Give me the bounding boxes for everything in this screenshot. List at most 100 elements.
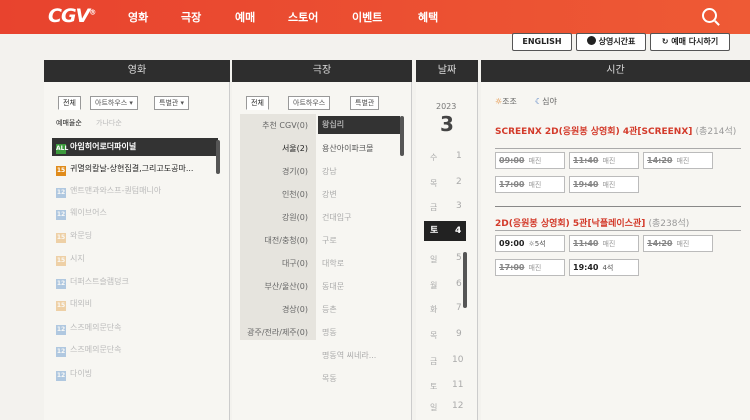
nav-event[interactable]: 이벤트	[352, 9, 382, 25]
showtime-slot[interactable]: 19:40 4석	[569, 259, 639, 276]
nav-store[interactable]: 스토어	[288, 9, 318, 25]
movie-column-header: 영화	[44, 60, 230, 82]
showtime-slot[interactable]: 19:40 매진	[569, 176, 639, 193]
region-item[interactable]: 부산/울산(0)	[246, 281, 308, 292]
theater-tab-all[interactable]: 전체	[246, 96, 269, 110]
sort-by-name[interactable]: 가나다순	[96, 118, 122, 128]
date-item[interactable]: 7	[456, 303, 462, 313]
region-item[interactable]: 광주/전라/제주(0)	[232, 327, 308, 338]
theater-item[interactable]: 용산아이파크몰	[322, 143, 374, 154]
weekday-label: 토	[430, 382, 438, 391]
date-item[interactable]: 5	[456, 253, 462, 263]
theater-item[interactable]: 건대입구	[322, 212, 351, 223]
movie-panel: 전체 아트하우스 ▾ 특별관 ▾ 예매율순 가나다순 ALL 아임히어로더파이널 …	[44, 82, 230, 420]
nav-movie[interactable]: 영화	[128, 9, 148, 25]
grade-12-icon: 12	[56, 371, 66, 381]
sort-by-booking[interactable]: 예매율순	[56, 118, 82, 128]
date-item[interactable]: 6	[456, 279, 462, 289]
movie-scrollbar[interactable]	[216, 140, 220, 174]
theater-item[interactable]: 명동	[322, 327, 337, 338]
movie-item[interactable]: 15 와문딩	[56, 230, 92, 243]
region-item[interactable]: 대전/충청(0)	[246, 235, 308, 246]
theater-item[interactable]: 강변	[322, 189, 337, 200]
theater-item[interactable]: 강남	[322, 166, 337, 177]
movie-item[interactable]: 12 더퍼스트슬램덩크	[56, 276, 129, 289]
movie-item-selected[interactable]: ALL 아임히어로더파이널	[52, 138, 218, 156]
theater-item[interactable]: 목동	[322, 373, 337, 384]
movie-item[interactable]: 12 스즈메의문단속	[56, 344, 122, 357]
showtime-slot[interactable]: 11:40 매진	[569, 235, 639, 252]
theater-item[interactable]: 구로	[322, 235, 337, 246]
region-item[interactable]: 인천(0)	[246, 189, 308, 200]
movie-item[interactable]: 12 스즈메의문단속	[56, 322, 122, 335]
date-item[interactable]: 1	[456, 151, 462, 161]
grade-all-icon: ALL	[56, 144, 69, 154]
showtime-slot[interactable]: 17:00 매진	[495, 259, 565, 276]
showtime-slot[interactable]: 09:00 ☼5석	[495, 235, 565, 252]
weekday-label: 목	[430, 179, 438, 188]
region-item-selected[interactable]: 서울(2)	[246, 143, 308, 154]
date-item[interactable]: 9	[456, 329, 462, 339]
date-item[interactable]: 11	[452, 380, 463, 390]
region-item[interactable]: 경상(0)	[246, 304, 308, 315]
rebook-button[interactable]: ↻ 예매 다시하기	[650, 33, 730, 51]
theater-item[interactable]: 명동역 씨네라...	[322, 350, 376, 361]
date-item[interactable]: 2	[456, 177, 462, 187]
nav-booking[interactable]: 예매	[235, 9, 255, 25]
movie-item[interactable]: 12 앤트맨과와스프-퀀텀매니아	[56, 185, 161, 198]
movie-tab-arthouse[interactable]: 아트하우스 ▾	[90, 96, 138, 110]
theater-column-header: 극장	[232, 60, 412, 82]
theater-item[interactable]: 대학로	[322, 258, 344, 269]
theater-scrollbar[interactable]	[400, 116, 404, 156]
grade-12-icon: 12	[56, 347, 66, 357]
movie-item[interactable]: 15 대외비	[56, 298, 92, 311]
english-button[interactable]: ENGLISH	[512, 33, 572, 51]
showtime-slot[interactable]: 14:20 매진	[643, 152, 713, 169]
grade-15-icon: 15	[56, 301, 66, 311]
legend-morning: ☼조조	[495, 97, 517, 106]
nav-theater[interactable]: 극장	[181, 9, 201, 25]
schedule-button[interactable]: 상영시간표	[576, 33, 646, 51]
grade-12-icon: 12	[56, 210, 66, 220]
date-item[interactable]: 12	[452, 401, 463, 411]
search-icon[interactable]	[702, 8, 717, 23]
weekday-label: 일	[430, 403, 438, 412]
movie-item[interactable]: 15 귀멸의칼날-상현집결,그리고도공마...	[56, 163, 193, 176]
region-item[interactable]: 대구(0)	[246, 258, 308, 269]
date-item-selected[interactable]: 토 4	[424, 221, 466, 241]
weekday-label: 목	[430, 331, 438, 340]
movie-item[interactable]: 15 시지	[56, 253, 85, 266]
section-divider	[495, 206, 741, 207]
date-scrollbar[interactable]	[463, 252, 467, 308]
region-item[interactable]: 강원(0)	[246, 212, 308, 223]
date-item[interactable]: 3	[456, 201, 462, 211]
showtime-slot[interactable]: 14:20 매진	[643, 235, 713, 252]
theater-item[interactable]: 동대문	[322, 281, 344, 292]
screen-section-title: 2D(응원봉 상영회) 5관[낙플레이스관] (총238석)	[495, 219, 690, 229]
weekday-label: 월	[430, 281, 438, 290]
theater-tab-special[interactable]: 특별관	[350, 96, 380, 110]
grade-15-icon: 15	[56, 256, 66, 266]
year-label: 2023	[436, 102, 457, 111]
movie-item[interactable]: 12 웨이브어스	[56, 207, 107, 220]
grade-12-icon: 12	[56, 188, 66, 198]
weekday-label: 수	[430, 153, 438, 162]
date-item[interactable]: 10	[452, 355, 463, 365]
showtime-slot[interactable]: 09:00 매진	[495, 152, 565, 169]
nav-benefit[interactable]: 혜택	[418, 9, 438, 25]
theater-item[interactable]: 등촌	[322, 304, 337, 315]
theater-tab-arthouse[interactable]: 아트하우스	[288, 96, 331, 110]
refresh-icon: ↻	[661, 37, 672, 46]
cgv-logo[interactable]: CGV®	[48, 5, 96, 27]
grade-15-icon: 15	[56, 233, 66, 243]
showtime-slot[interactable]: 17:00 매진	[495, 176, 565, 193]
region-item[interactable]: 경기(0)	[246, 166, 308, 177]
movie-item[interactable]: 12 다이빙	[56, 368, 92, 381]
weekday-label: 금	[430, 203, 438, 212]
showtime-slot[interactable]: 11:40 매진	[569, 152, 639, 169]
section-divider	[495, 230, 741, 231]
theater-item-selected[interactable]: 왕십리	[318, 116, 400, 134]
movie-tab-special[interactable]: 특별관 ▾	[154, 96, 190, 110]
movie-tab-all[interactable]: 전체	[58, 96, 81, 110]
region-item[interactable]: 추천 CGV(0)	[246, 120, 308, 131]
